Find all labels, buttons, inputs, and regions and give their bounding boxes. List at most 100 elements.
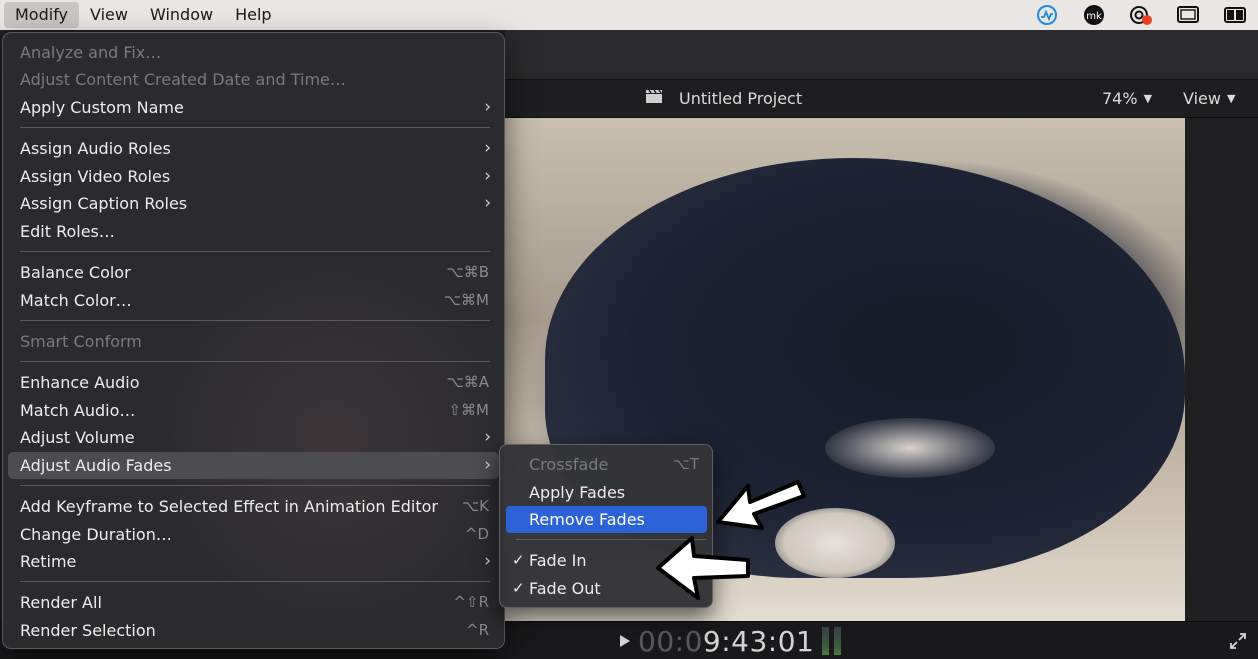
chevron-down-icon: ▼ bbox=[1226, 92, 1236, 105]
menu-item-label: Match Color… bbox=[20, 291, 132, 310]
menu-item-assign-video-roles[interactable]: Assign Video Roles › bbox=[8, 163, 499, 190]
menu-separator bbox=[20, 251, 490, 252]
menu-item-label: Assign Audio Roles bbox=[20, 139, 171, 158]
chevron-right-icon: › bbox=[484, 427, 491, 447]
menu-item-shortcut: ⇧⌘M bbox=[448, 401, 489, 419]
submenu-item-label: Fade Out bbox=[529, 579, 601, 598]
zoom-dropdown[interactable]: 74% ▼ bbox=[1102, 89, 1152, 108]
menu-help[interactable]: Help bbox=[224, 2, 282, 28]
menu-item-shortcut: ⌥⌘B bbox=[446, 263, 489, 281]
submenu-item-label: Fade In bbox=[529, 551, 587, 570]
menu-item-smart-conform[interactable]: Smart Conform bbox=[8, 328, 499, 355]
chevron-right-icon: › bbox=[484, 166, 491, 186]
menu-item-analyze-and-fix[interactable]: Analyze and Fix… bbox=[8, 39, 499, 66]
menu-window[interactable]: Window bbox=[139, 2, 224, 28]
menu-item-label: Smart Conform bbox=[20, 332, 142, 351]
menu-modify[interactable]: Modify bbox=[4, 2, 80, 28]
menu-item-match-audio[interactable]: Match Audio… ⇧⌘M bbox=[8, 397, 499, 424]
chevron-right-icon: › bbox=[484, 551, 491, 571]
submenu-item-apply-fades[interactable]: Apply Fades bbox=[506, 479, 707, 506]
menu-item-change-duration[interactable]: Change Duration… ^D bbox=[8, 521, 499, 548]
status-icons: mk bbox=[1034, 3, 1248, 27]
menu-item-shortcut: ^R bbox=[466, 621, 489, 639]
window-layout-icon[interactable] bbox=[1175, 3, 1201, 27]
menu-item-render-all[interactable]: Render All ^⇧R bbox=[8, 589, 499, 616]
menu-item-shortcut: ⌥⌘M bbox=[443, 291, 489, 309]
menu-item-shortcut: ^⇧R bbox=[453, 593, 489, 611]
app-toolbar bbox=[505, 30, 1258, 80]
chevron-right-icon: › bbox=[484, 138, 491, 158]
menu-separator bbox=[20, 485, 490, 486]
activity-icon[interactable] bbox=[1034, 3, 1060, 27]
menu-item-label: Retime bbox=[20, 552, 77, 571]
submenu-item-crossfade[interactable]: Crossfade ⌥T bbox=[506, 451, 707, 478]
menu-item-enhance-audio[interactable]: Enhance Audio ⌥⌘A bbox=[8, 369, 499, 396]
modify-menu: Analyze and Fix… Adjust Content Created … bbox=[2, 32, 505, 649]
chevron-right-icon: › bbox=[484, 97, 491, 117]
menu-item-label: Edit Roles… bbox=[20, 222, 115, 241]
menu-item-adjust-volume[interactable]: Adjust Volume › bbox=[8, 424, 499, 451]
menu-item-adjust-content-date[interactable]: Adjust Content Created Date and Time… bbox=[8, 66, 499, 93]
menu-item-label: Match Audio… bbox=[20, 401, 136, 420]
menu-separator bbox=[20, 361, 490, 362]
menu-item-label: Adjust Audio Fades bbox=[20, 456, 172, 475]
submenu-item-label: Remove Fades bbox=[529, 510, 645, 529]
menu-bar: Modify View Window Help mk bbox=[0, 0, 1258, 30]
menu-item-shortcut: ⌥K bbox=[461, 497, 489, 515]
chevron-down-icon: ▼ bbox=[1143, 92, 1153, 105]
menu-item-assign-caption-roles[interactable]: Assign Caption Roles › bbox=[8, 190, 499, 217]
sidebar-toggle-icon[interactable] bbox=[1222, 3, 1248, 27]
menu-separator bbox=[20, 581, 490, 582]
submenu-item-label: Crossfade bbox=[529, 455, 609, 474]
timecode-dim: 00:0 bbox=[638, 625, 703, 658]
menu-separator bbox=[20, 127, 490, 128]
menu-item-adjust-audio-fades[interactable]: Adjust Audio Fades › bbox=[8, 452, 499, 479]
menu-item-shortcut: ^D bbox=[464, 525, 489, 543]
meter-bar-left bbox=[822, 627, 829, 655]
menu-item-add-keyframe[interactable]: Add Keyframe to Selected Effect in Anima… bbox=[8, 493, 499, 520]
menu-item-assign-audio-roles[interactable]: Assign Audio Roles › bbox=[8, 135, 499, 162]
project-title-group: Untitled Project bbox=[645, 88, 802, 109]
submenu-item-remove-fades[interactable]: Remove Fades bbox=[506, 506, 707, 533]
menu-item-render-selection[interactable]: Render Selection ^R bbox=[8, 617, 499, 644]
view-label: View bbox=[1183, 89, 1221, 108]
play-icon[interactable] bbox=[618, 633, 632, 649]
mk-avatar-icon[interactable]: mk bbox=[1081, 3, 1107, 27]
avatar-text: mk bbox=[1086, 11, 1102, 22]
menu-item-label: Add Keyframe to Selected Effect in Anima… bbox=[20, 497, 439, 516]
menu-item-edit-roles[interactable]: Edit Roles… bbox=[8, 218, 499, 245]
menu-item-label: Assign Caption Roles bbox=[20, 194, 188, 213]
menu-separator bbox=[20, 320, 490, 321]
menu-item-shortcut: ⌥⌘A bbox=[446, 373, 489, 391]
checkmark-icon: ✓ bbox=[512, 551, 525, 569]
menu-item-label: Enhance Audio bbox=[20, 373, 140, 392]
zoom-value: 74% bbox=[1102, 89, 1138, 108]
submenu-item-label: Apply Fades bbox=[529, 483, 626, 502]
menu-item-label: Adjust Content Created Date and Time… bbox=[20, 70, 346, 89]
annotation-arrow-icon bbox=[656, 536, 750, 600]
menu-item-label: Adjust Volume bbox=[20, 428, 135, 447]
timecode-bright: 9:43:01 bbox=[702, 625, 815, 658]
menu-item-label: Render All bbox=[20, 593, 102, 612]
menu-item-apply-custom-name[interactable]: Apply Custom Name › bbox=[8, 94, 499, 121]
fullscreen-icon[interactable] bbox=[1228, 631, 1248, 651]
menu-item-label: Assign Video Roles bbox=[20, 167, 171, 186]
menu-item-retime[interactable]: Retime › bbox=[8, 548, 499, 575]
menu-item-label: Analyze and Fix… bbox=[20, 43, 162, 62]
chevron-right-icon: › bbox=[484, 455, 491, 475]
submenu-item-shortcut: ⌥T bbox=[672, 455, 699, 473]
chevron-right-icon: › bbox=[484, 193, 491, 213]
menu-item-balance-color[interactable]: Balance Color ⌥⌘B bbox=[8, 259, 499, 286]
menu-item-match-color[interactable]: Match Color… ⌥⌘M bbox=[8, 287, 499, 314]
menu-item-label: Render Selection bbox=[20, 621, 156, 640]
menu-view[interactable]: View bbox=[79, 2, 139, 28]
inspector-panel-edge bbox=[1185, 118, 1258, 621]
cloud-sync-icon[interactable] bbox=[1128, 3, 1154, 27]
menu-item-label: Apply Custom Name bbox=[20, 98, 184, 117]
video-content-highlight bbox=[825, 418, 995, 478]
view-dropdown[interactable]: View ▼ bbox=[1183, 89, 1235, 108]
viewer-header: Untitled Project 74% ▼ View ▼ bbox=[505, 80, 1258, 118]
menu-item-label: Change Duration… bbox=[20, 525, 172, 544]
audio-level-meter bbox=[822, 627, 841, 655]
meter-bar-right bbox=[834, 627, 841, 655]
